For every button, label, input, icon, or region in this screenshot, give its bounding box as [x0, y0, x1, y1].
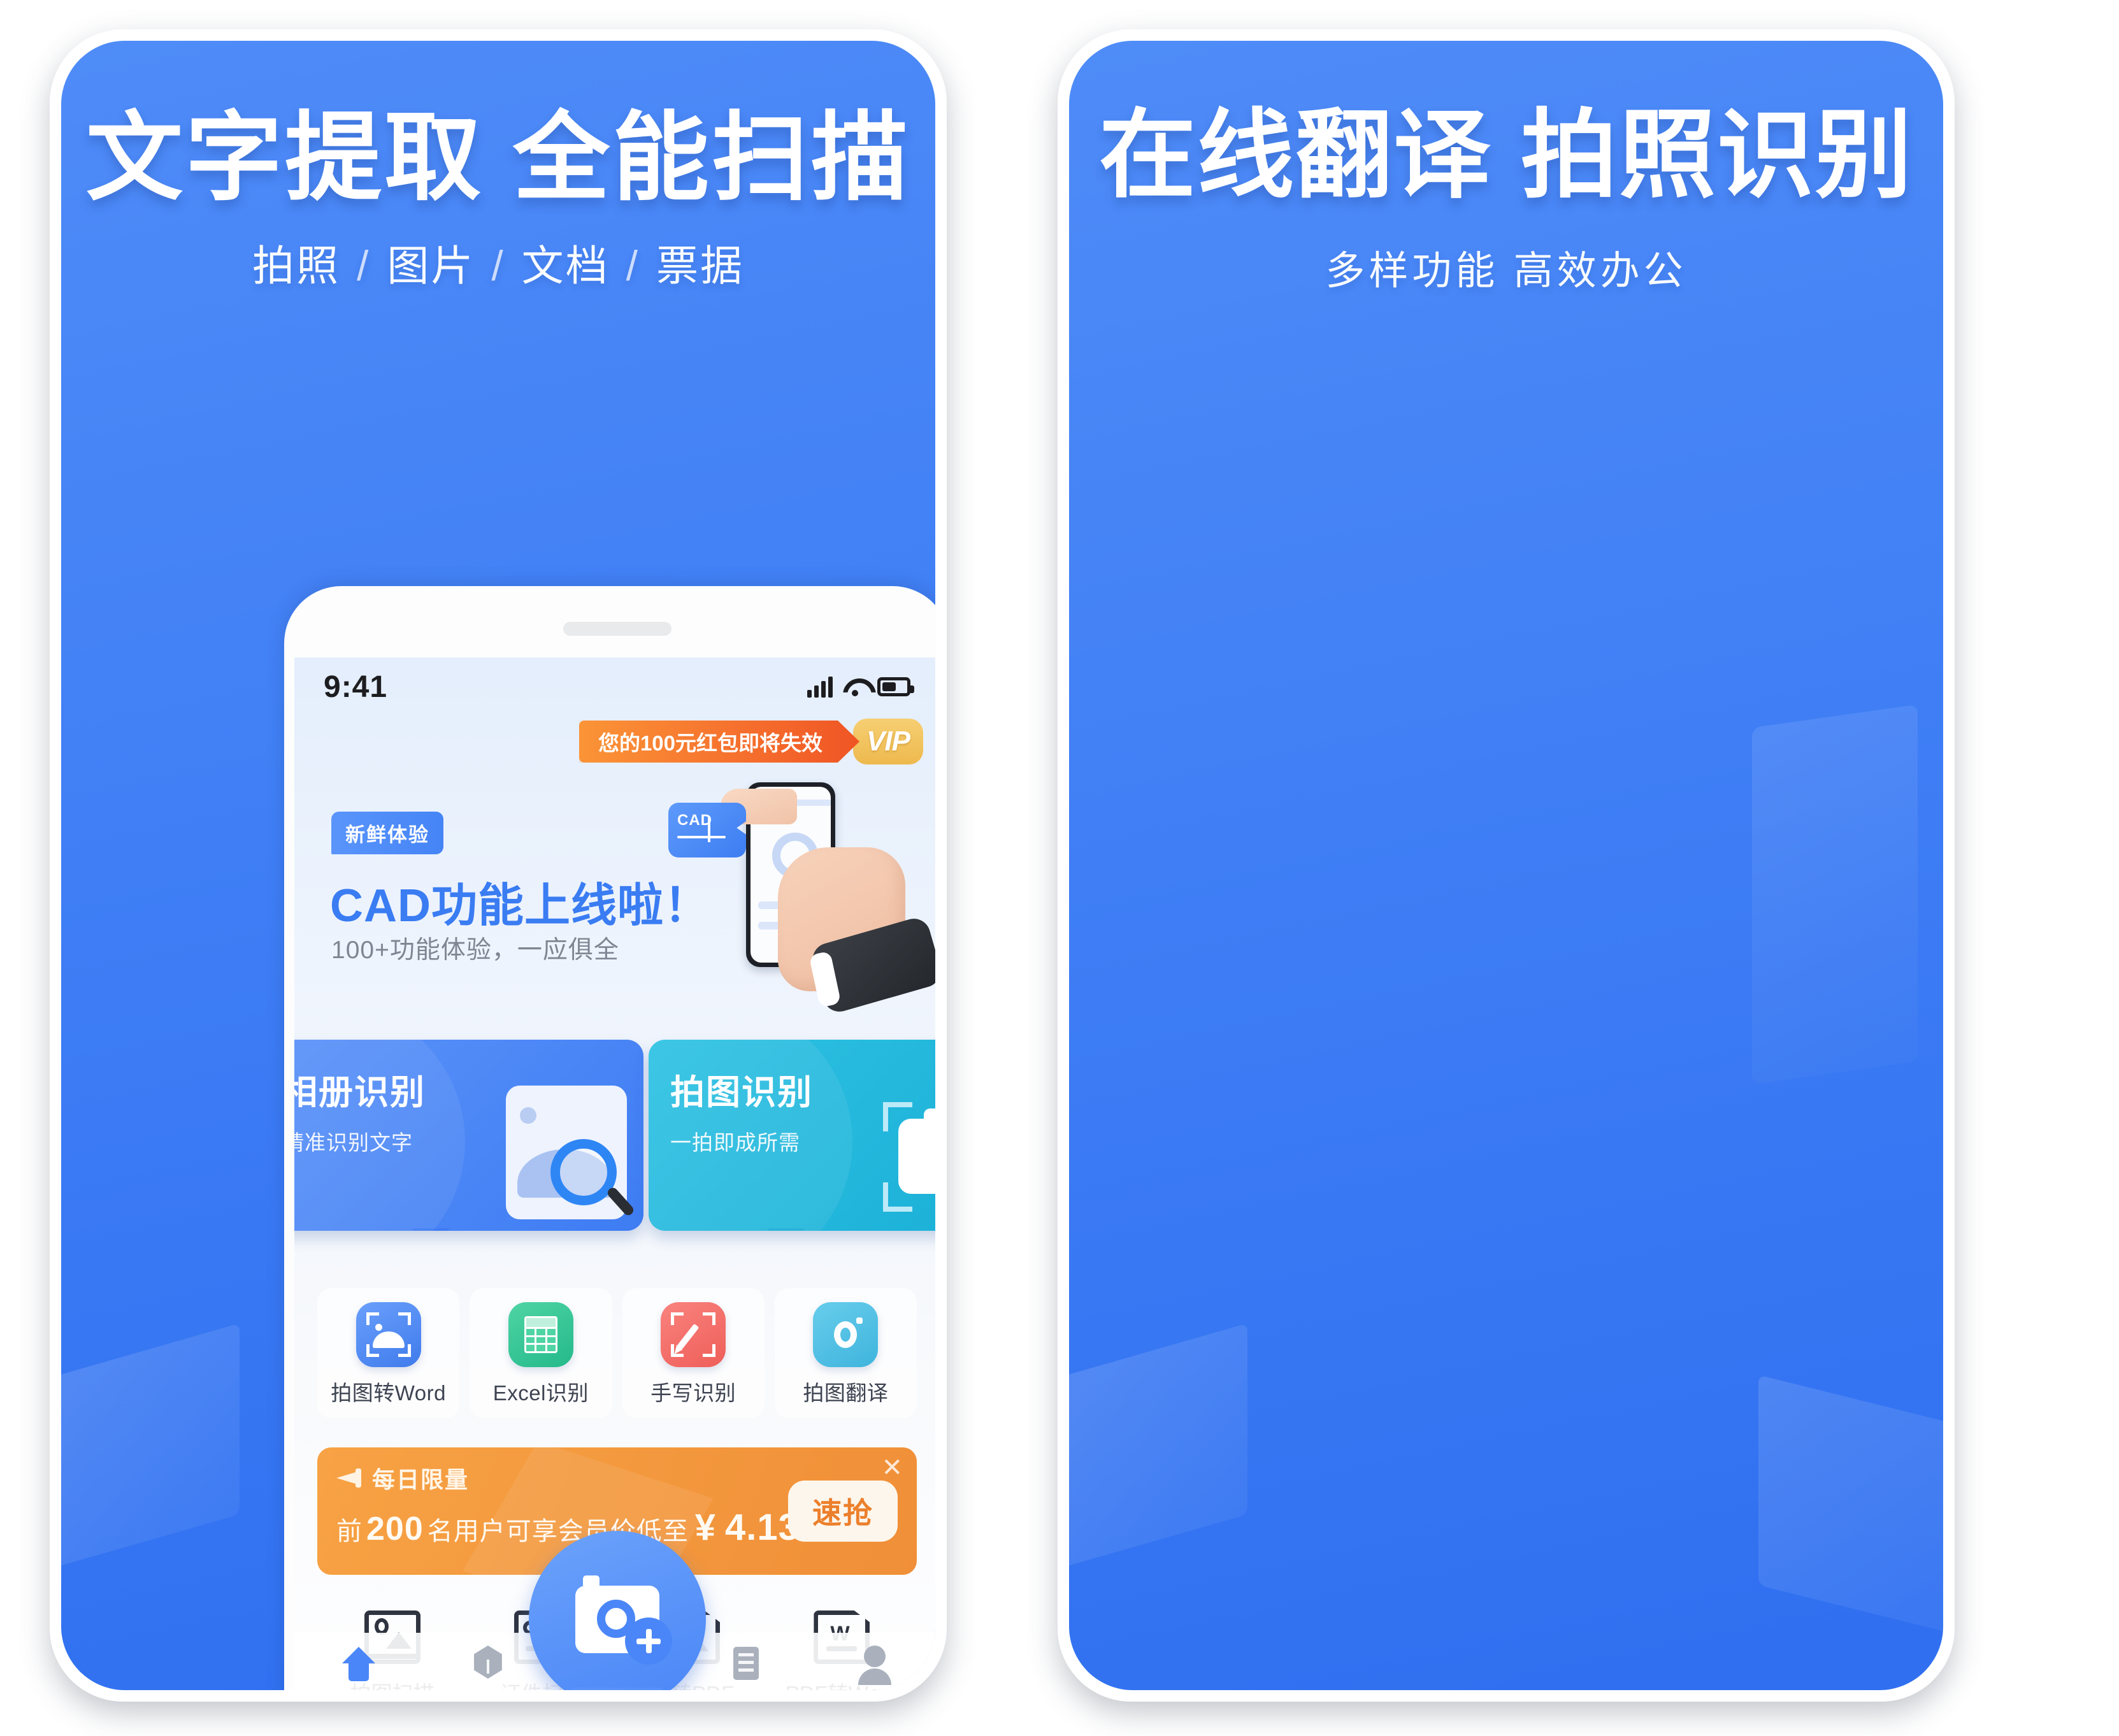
left-phone-screen: 9:41 您的100元红包即将失效 VIP 新鲜体验 CAD功能上线啦！ 100 [294, 657, 935, 1690]
quick-tool-row: 拍图转Word Excel识别 手写识别 拍图翻译 [317, 1288, 917, 1418]
megaphone-icon [336, 1468, 363, 1488]
left-phone-mockup: 9:41 您的100元红包即将失效 VIP 新鲜体验 CAD功能上线啦！ 100 [284, 586, 935, 1690]
right-headline-part2: 拍照识别 [1521, 101, 1913, 210]
subtitle-item-3: 票据 [656, 242, 745, 289]
hero-title: CAD功能上线啦！ [330, 880, 710, 931]
image-scan-icon [356, 1302, 421, 1367]
left-subtitle: 拍照 / 图片 / 文档 / 票据 [61, 232, 935, 293]
camera-scan-icon [883, 1091, 935, 1218]
document-icon [733, 1647, 759, 1680]
left-status-bar: 9:41 [294, 657, 935, 711]
vip-promo-row[interactable]: 您的100元红包即将失效 VIP [579, 719, 923, 764]
decor-block-4 [1069, 1323, 1247, 1573]
left-headline-part1: 文字提取 [86, 104, 484, 212]
battery-icon [877, 677, 914, 696]
subtitle-sep-2: / [626, 242, 640, 289]
feature-card-album[interactable]: 相册识别 精准识别文字 [294, 1040, 643, 1231]
pen-scan-icon [661, 1302, 726, 1367]
tab-documents[interactable]: 文档 [682, 1644, 811, 1690]
hand-phone-illustration: CAD [666, 766, 935, 1016]
cad-chip-icon: CAD [668, 803, 746, 857]
right-subtitle: 多样功能 高效办公 [1325, 249, 1687, 293]
phone-speaker [563, 622, 672, 636]
home-icon [342, 1647, 376, 1681]
subtitle-item-2: 文档 [521, 242, 610, 289]
promo-banner-headline: 每日限量 [372, 1467, 470, 1493]
left-promo-card: 文字提取 全能扫描 拍照 / 图片 / 文档 / 票据 9:41 您的100元红… [50, 29, 947, 1702]
camera-translate-icon [813, 1302, 879, 1367]
tab-profile-label: 我的 [810, 1689, 935, 1690]
quick-tool-label-1: Excel识别 [492, 1381, 589, 1405]
discover-cube-icon [473, 1646, 502, 1679]
phone-bezel-top [294, 596, 935, 657]
tab-discover[interactable]: 发现 [424, 1644, 553, 1690]
camera-add-icon [575, 1575, 672, 1665]
right-headline: 在线翻译 拍照识别 [1069, 107, 1943, 204]
feature-card-camera[interactable]: 拍图识别 一拍即成所需 [649, 1040, 935, 1231]
quick-tool-label-0: 拍图转Word [331, 1381, 446, 1405]
decor-block-6 [1752, 704, 1918, 1085]
quick-tool-label-3: 拍图翻译 [803, 1381, 889, 1405]
promo-count: 200 [366, 1510, 424, 1547]
quick-tool-label-2: 手写识别 [650, 1381, 736, 1405]
quick-tool-translate[interactable]: 拍图翻译 [774, 1288, 917, 1418]
tab-discover-label: 发现 [424, 1689, 553, 1690]
quick-tool-photo-to-word[interactable]: 拍图转Word [317, 1288, 460, 1418]
right-promo-background: 在线翻译拍照识别 多样功能 高效办公 4:34 [1069, 41, 1943, 1690]
vip-badge[interactable]: VIP [853, 719, 923, 764]
quick-tool-excel[interactable]: Excel识别 [470, 1288, 612, 1418]
left-promo-background: 文字提取 全能扫描 拍照 / 图片 / 文档 / 票据 9:41 您的100元红… [61, 41, 935, 1690]
feature-card-row: 相册识别 精准识别文字 拍图识别 一拍即成所需 [294, 1040, 935, 1250]
photo-search-icon [506, 1086, 636, 1219]
hero-tag: 新鲜体验 [331, 812, 443, 854]
promo-currency: ¥ [694, 1507, 717, 1548]
tab-home[interactable]: 首页 [294, 1644, 424, 1690]
signal-icon [807, 676, 833, 698]
tab-documents-label: 文档 [682, 1689, 811, 1690]
tab-home-label: 首页 [294, 1689, 424, 1690]
subtitle-sep-0: / [356, 242, 371, 289]
wifi-icon [843, 677, 867, 696]
promo-stage: 文字提取 全能扫描 拍照 / 图片 / 文档 / 票据 9:41 您的100元红… [0, 0, 2119, 1736]
promo-prefix: 前 [336, 1517, 363, 1546]
promo-grab-button[interactable]: 速抢 [788, 1481, 898, 1542]
left-headline-part2: 全能扫描 [513, 104, 910, 212]
red-packet-ribbon[interactable]: 您的100元红包即将失效 [579, 721, 859, 763]
right-headline-part1: 在线翻译 [1099, 101, 1491, 210]
close-icon[interactable]: ✕ [881, 1455, 903, 1481]
left-headline: 文字提取 全能扫描 [61, 110, 935, 206]
cad-chip-label: CAD [677, 812, 712, 829]
decor-block-5 [1758, 1375, 1943, 1642]
quick-tool-handwriting[interactable]: 手写识别 [622, 1288, 765, 1418]
hero-subtitle: 100+功能体验，一应俱全 [331, 936, 619, 964]
tab-profile[interactable]: 我的 [810, 1644, 935, 1690]
subtitle-sep-1: / [491, 242, 505, 289]
status-time: 9:41 [324, 670, 388, 704]
subtitle-item-1: 图片 [387, 242, 475, 289]
decor-block-1 [61, 1323, 240, 1573]
subtitle-item-0: 拍照 [252, 242, 340, 289]
status-icons [807, 676, 914, 698]
profile-icon [858, 1646, 891, 1685]
right-promo-card: 在线翻译拍照识别 多样功能 高效办公 4:34 [1058, 29, 1955, 1702]
spreadsheet-icon [508, 1302, 573, 1367]
